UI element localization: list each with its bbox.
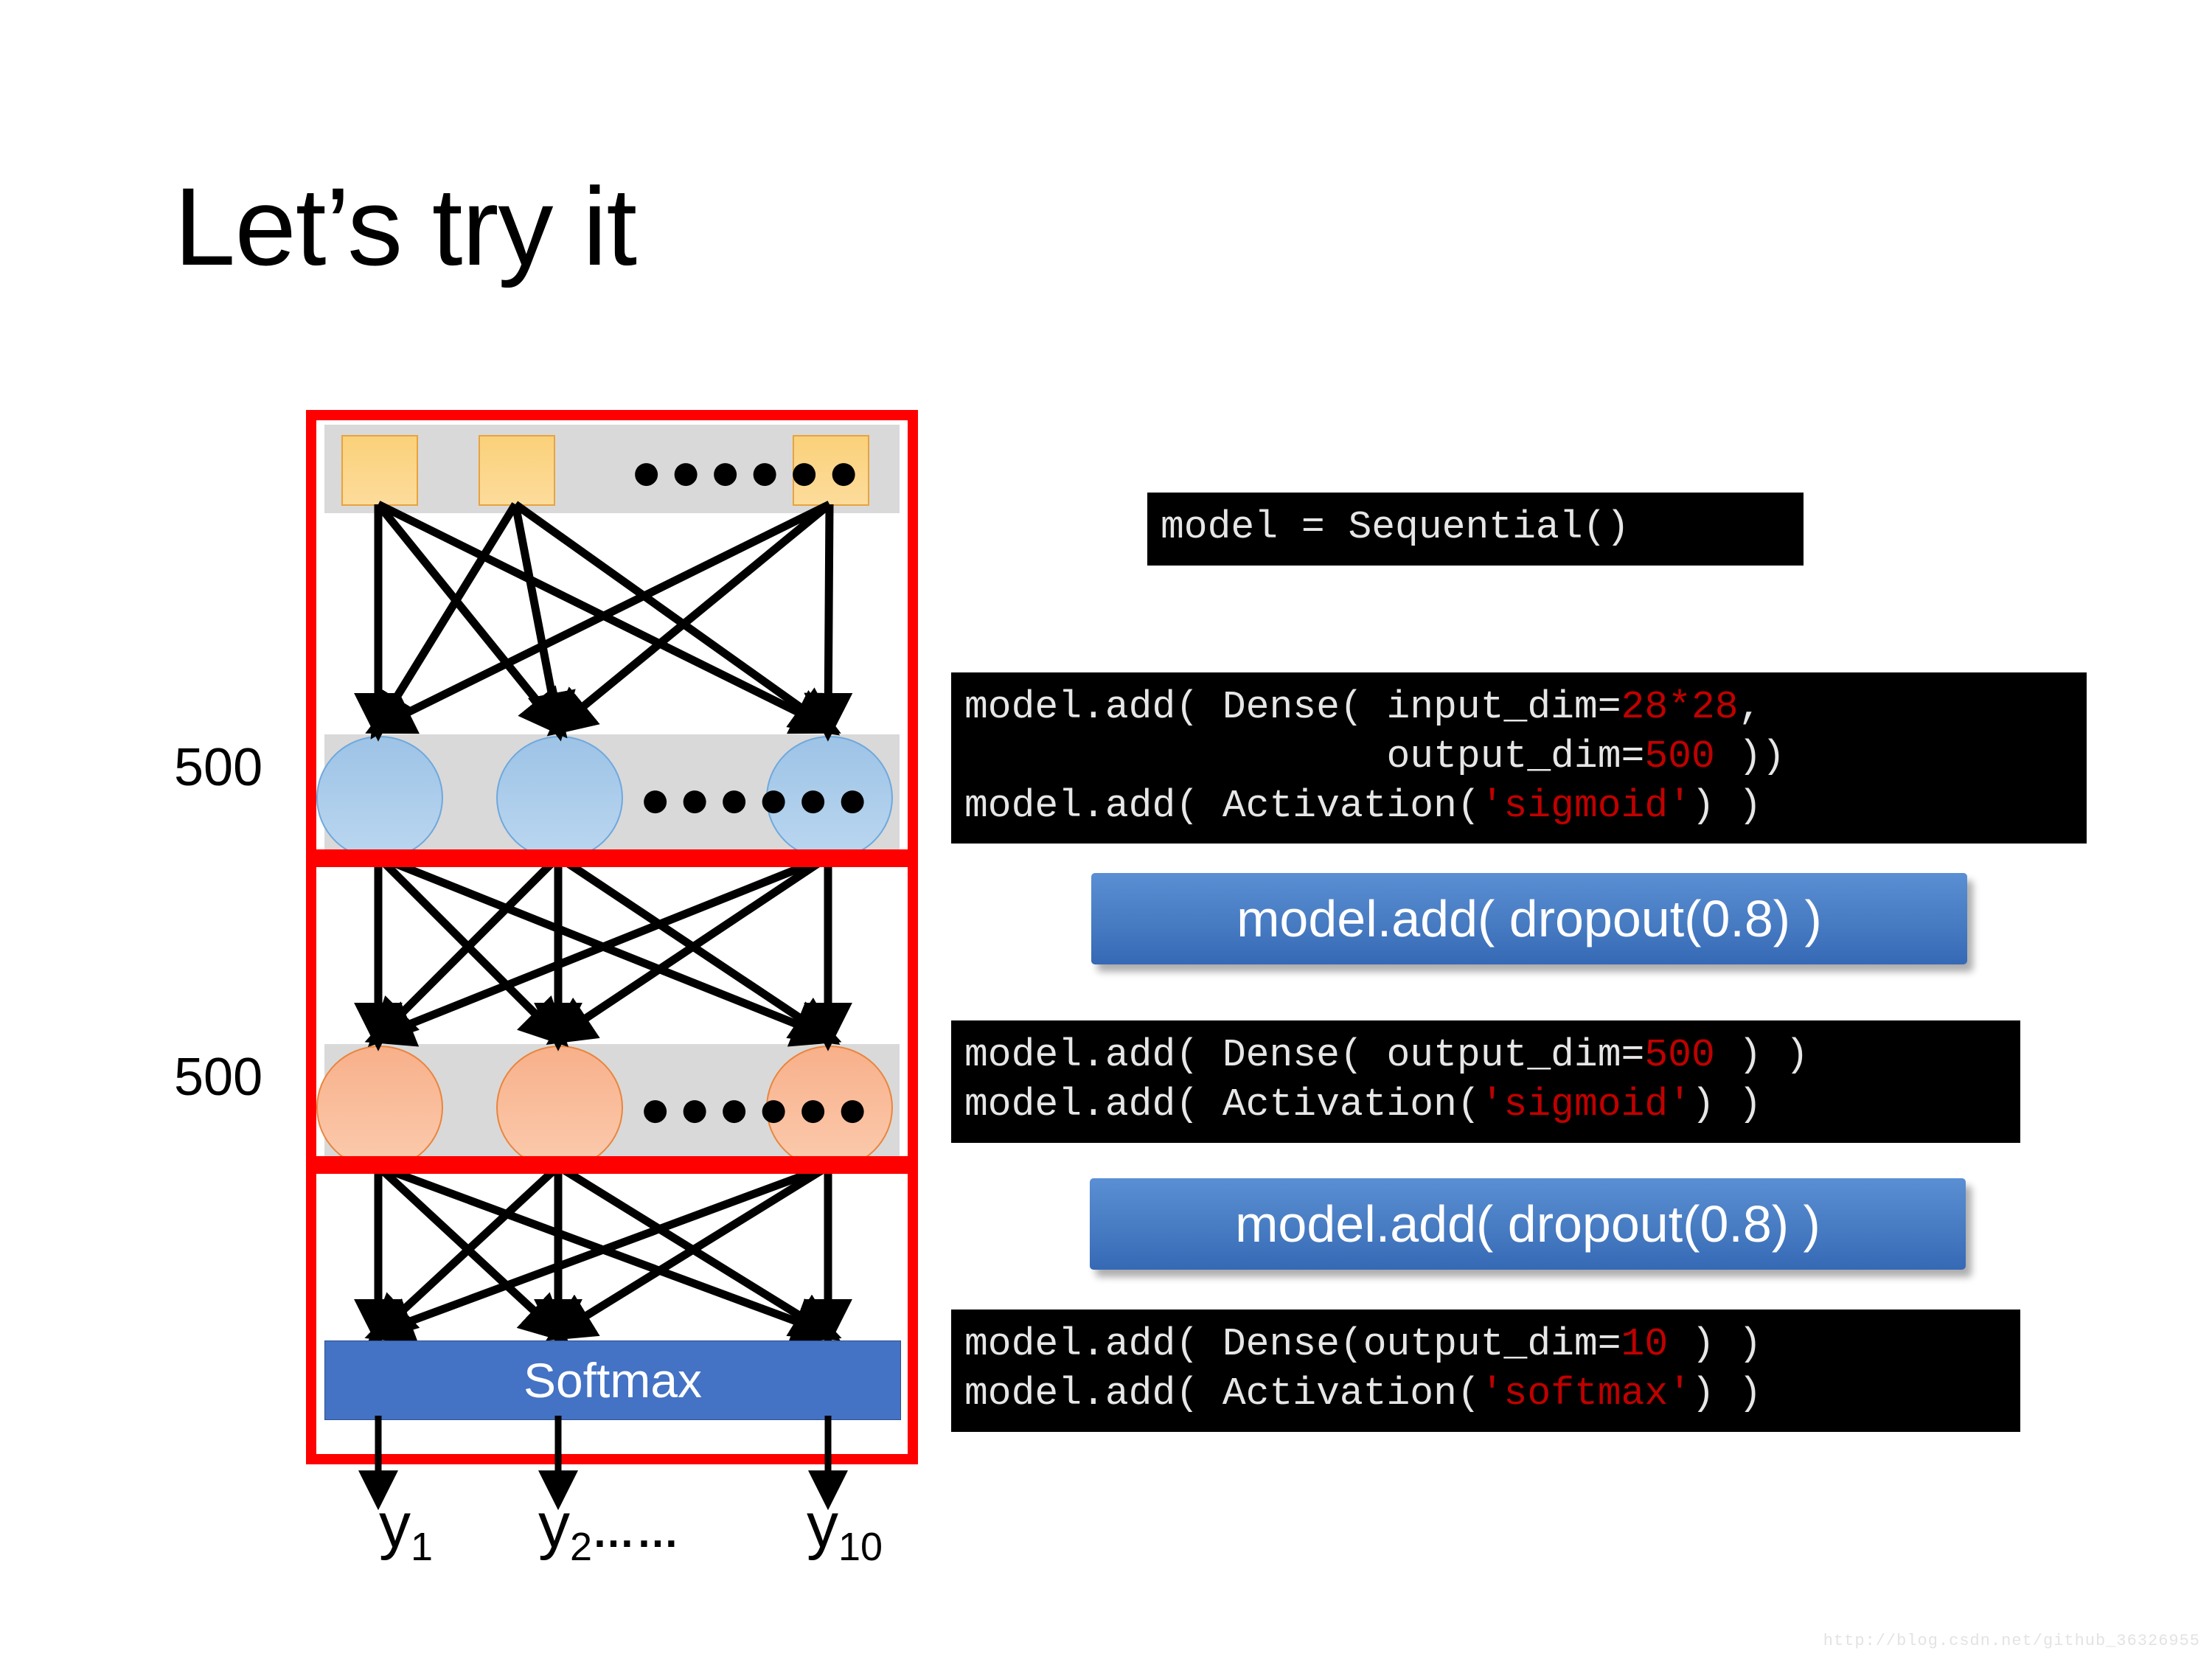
output-base-1: y [379,1490,411,1561]
output-sub-10: 10 [838,1525,883,1570]
highlight-box-layer-2 [306,857,918,1166]
output-label-y2: y2…… [538,1489,681,1570]
output-sub-1: 1 [411,1525,434,1570]
dropout-button-2[interactable]: model.add( dropout(0.8) ) [1090,1178,1966,1270]
highlight-box-layer-1 [306,410,918,860]
code-block-sequential: model = Sequential() [1147,493,1804,566]
output-ellipsis: …… [592,1509,681,1557]
output-sub-2: 2 [570,1525,593,1570]
code-block-dense-1: model.add( Dense( input_dim=28*28, outpu… [951,672,2087,844]
code-block-dense-2: model.add( Dense( output_dim=500 ) ) mod… [951,1020,2020,1143]
dropout-button-1[interactable]: model.add( dropout(0.8) ) [1091,873,1967,964]
layer-size-label-1: 500 [174,738,263,797]
code-block-dense-3: model.add( Dense(output_dim=10 ) ) model… [951,1310,2020,1432]
page-title: Let’s try it [174,164,637,288]
output-label-y10: y10 [807,1489,883,1570]
output-base-10: y [807,1490,838,1561]
layer-size-label-2: 500 [174,1048,263,1107]
source-watermark: http://blog.csdn.net/github_36326955 [1823,1632,2200,1650]
output-label-y1: y1 [379,1489,433,1570]
output-base-2: y [538,1490,570,1561]
neural-network-diagram: ●●●●●● ●●●●●● ●●●●●● Softmax [306,410,918,1464]
highlight-box-layer-3 [306,1164,918,1464]
